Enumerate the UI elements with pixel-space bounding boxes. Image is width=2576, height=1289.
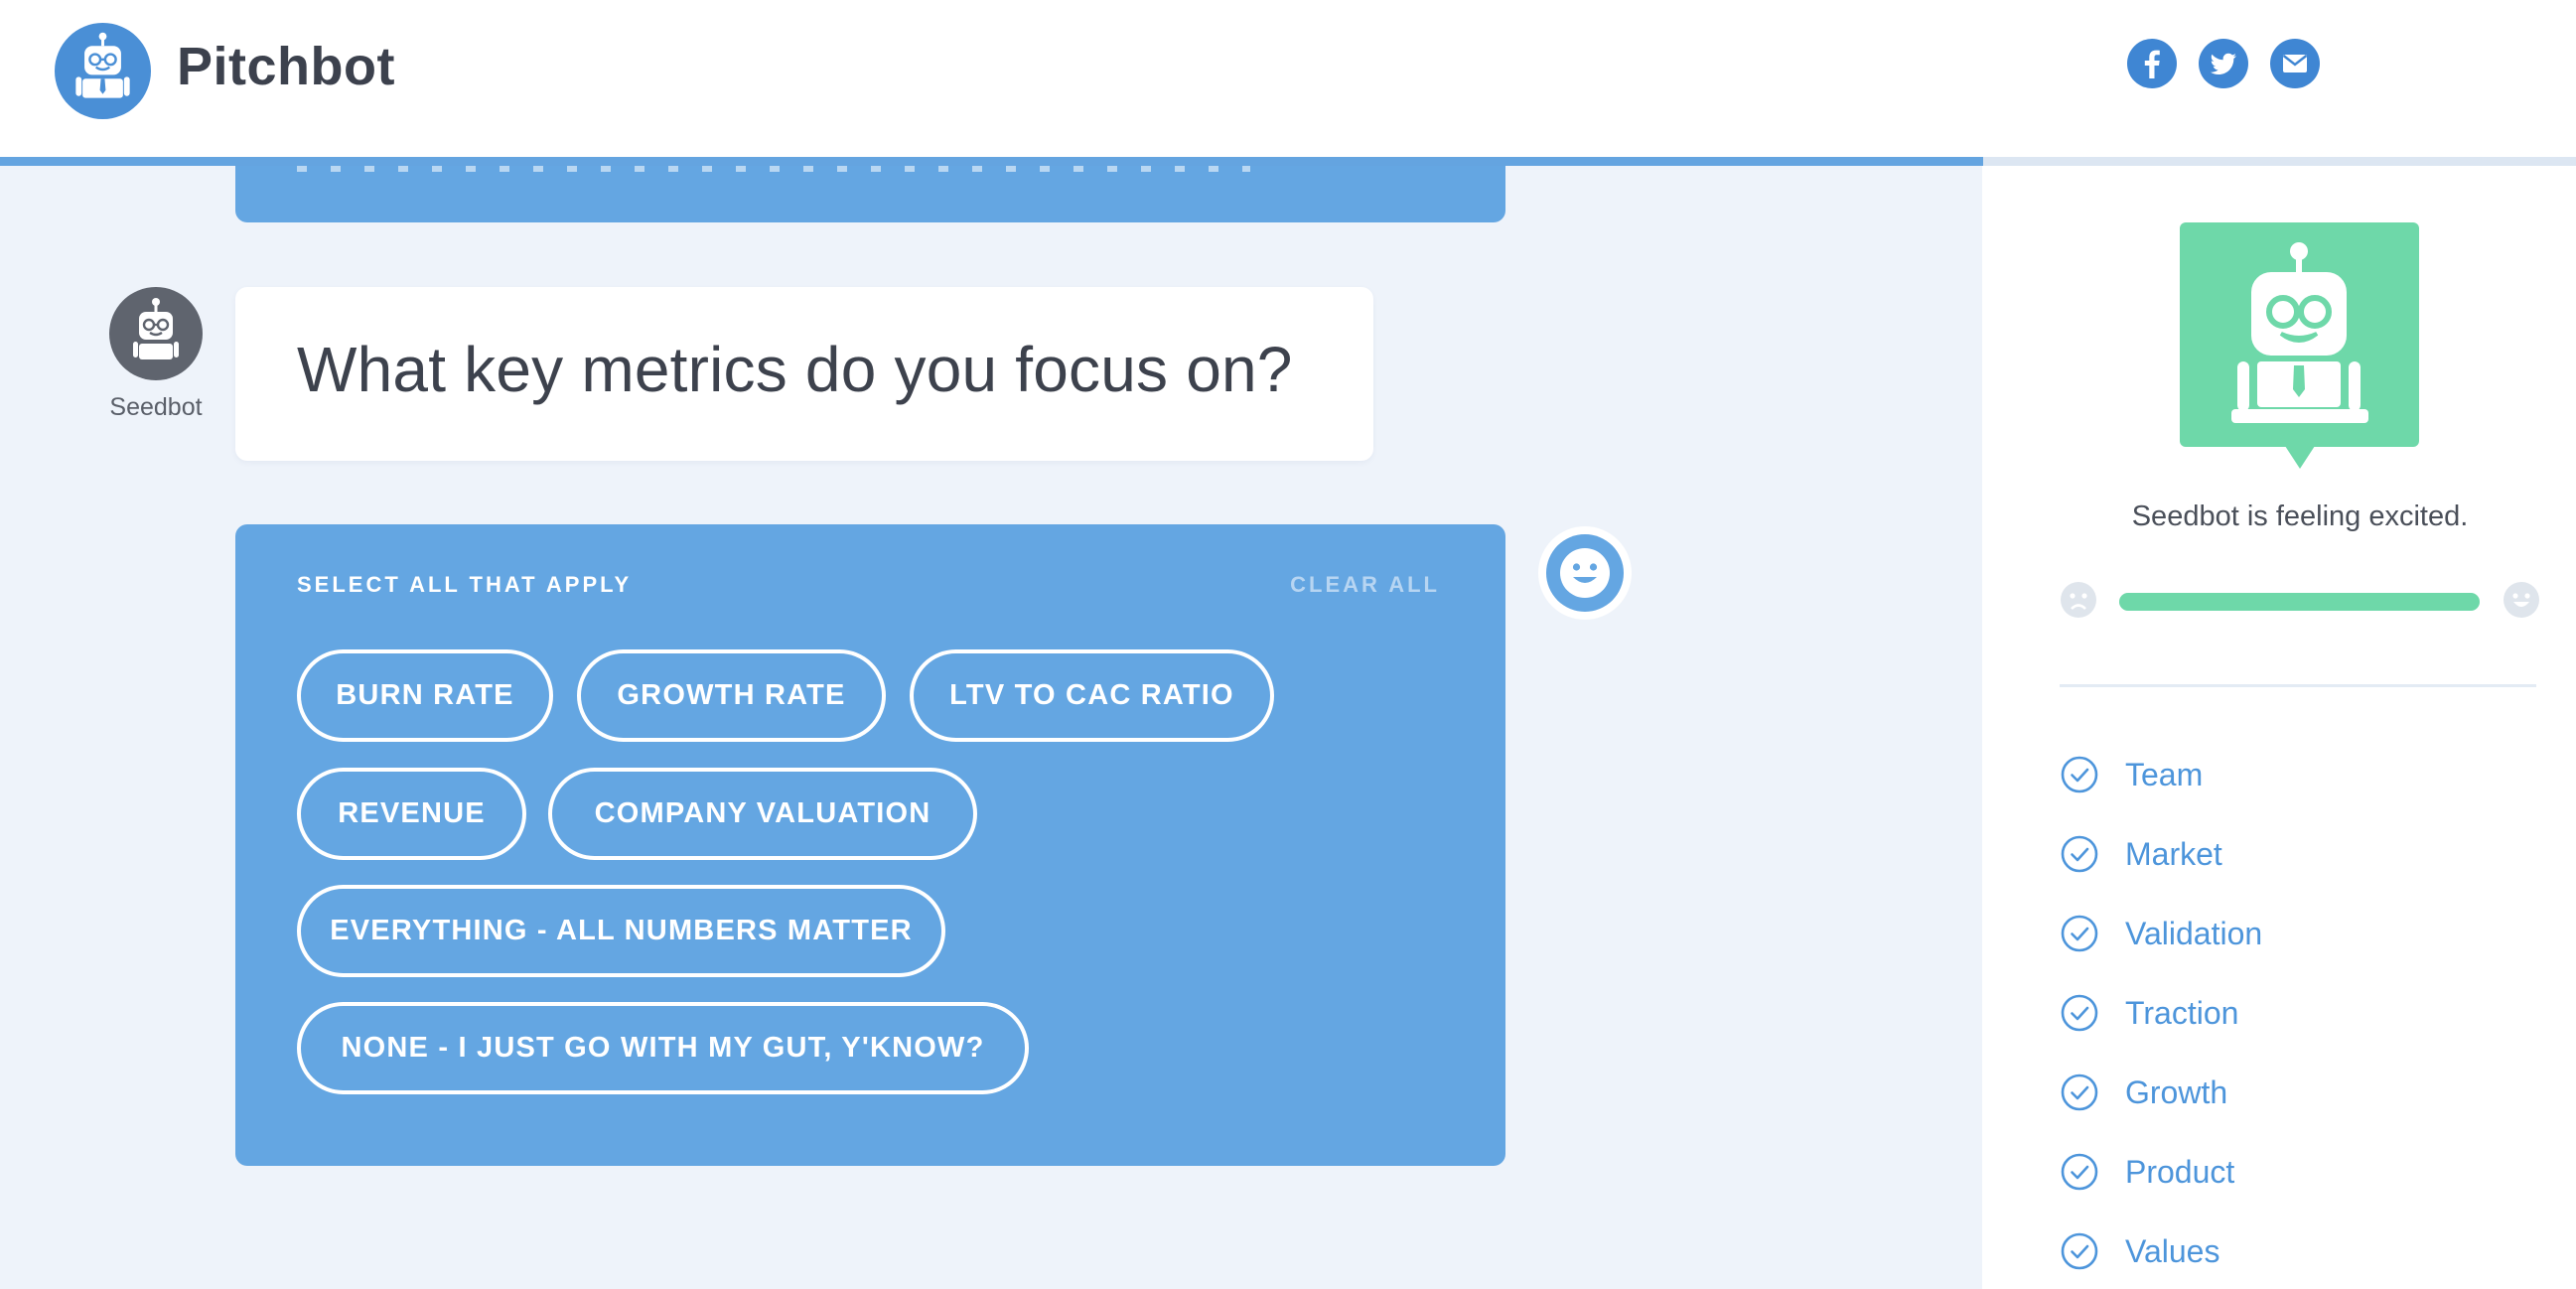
topic-item-market: Market	[2060, 832, 2222, 876]
option-everything[interactable]: EVERYTHING - ALL NUMBERS MATTER	[297, 885, 945, 977]
app-title: Pitchbot	[177, 37, 395, 96]
check-circle-icon	[2060, 1152, 2099, 1192]
bot-name-label: Seedbot	[109, 393, 203, 421]
select-all-label: SELECT ALL THAT APPLY	[297, 572, 633, 597]
answer-options-card: SELECT ALL THAT APPLY CLEAR ALL BURN RAT…	[235, 524, 1505, 1166]
progress-fill	[0, 157, 1984, 166]
topic-label: Product	[2125, 1153, 2235, 1190]
option-burn-rate[interactable]: BURN RATE	[297, 649, 553, 742]
top-header: Pitchbot	[0, 0, 2576, 157]
option-none-gut[interactable]: NONE - I JUST GO WITH MY GUT, Y'KNOW?	[297, 1002, 1029, 1094]
conversation-progress-bar	[0, 157, 2576, 166]
mood-meter-fill	[2119, 593, 2480, 611]
topic-label: Market	[2125, 835, 2222, 872]
robot-logo-icon[interactable]	[55, 23, 151, 119]
question-bubble: What key metrics do you focus on?	[235, 287, 1373, 461]
check-circle-icon	[2060, 993, 2099, 1033]
option-company-valuation[interactable]: COMPANY VALUATION	[548, 768, 977, 860]
check-circle-icon	[2060, 834, 2099, 874]
topic-label: Values	[2125, 1232, 2220, 1269]
progress-sidebar: Seedbot is feeling excited. Team Market	[1982, 166, 2576, 1289]
check-circle-icon	[2060, 914, 2099, 953]
topic-label: Team	[2125, 756, 2204, 792]
topic-label: Growth	[2125, 1074, 2228, 1110]
question-text: What key metrics do you focus on?	[297, 334, 1293, 405]
email-icon[interactable]	[2270, 39, 2320, 88]
topic-item-values: Values	[2060, 1229, 2219, 1273]
clear-all-button[interactable]: CLEAR ALL	[1290, 572, 1440, 598]
previous-message-bubble	[235, 166, 1505, 222]
option-ltv-to-cac-ratio[interactable]: LTV TO CAC RATIO	[910, 649, 1274, 742]
sad-face-icon	[2060, 581, 2097, 619]
topic-item-team: Team	[2060, 753, 2203, 796]
smiley-face-icon	[1538, 526, 1632, 620]
topic-item-validation: Validation	[2060, 912, 2262, 955]
topic-item-traction: Traction	[2060, 991, 2238, 1035]
bot-mood-robot-icon	[2180, 222, 2419, 447]
check-circle-icon	[2060, 755, 2099, 794]
bot-avatar-icon	[109, 287, 203, 380]
option-revenue[interactable]: REVENUE	[297, 768, 526, 860]
previous-message-text-fragment	[297, 166, 1250, 172]
topic-label: Validation	[2125, 915, 2263, 951]
topic-item-growth: Growth	[2060, 1071, 2227, 1114]
sidebar-divider	[2060, 684, 2536, 687]
happy-face-icon	[2503, 581, 2540, 619]
mood-card-pointer	[2285, 446, 2315, 469]
check-circle-icon	[2060, 1073, 2099, 1112]
facebook-icon[interactable]	[2127, 39, 2177, 88]
mood-status-text: Seedbot is feeling excited.	[2131, 501, 2469, 532]
topic-item-product: Product	[2060, 1150, 2234, 1194]
option-growth-rate[interactable]: GROWTH RATE	[577, 649, 886, 742]
check-circle-icon	[2060, 1231, 2099, 1271]
mood-meter	[2119, 593, 2480, 611]
twitter-icon[interactable]	[2199, 39, 2248, 88]
topic-label: Traction	[2125, 994, 2239, 1031]
